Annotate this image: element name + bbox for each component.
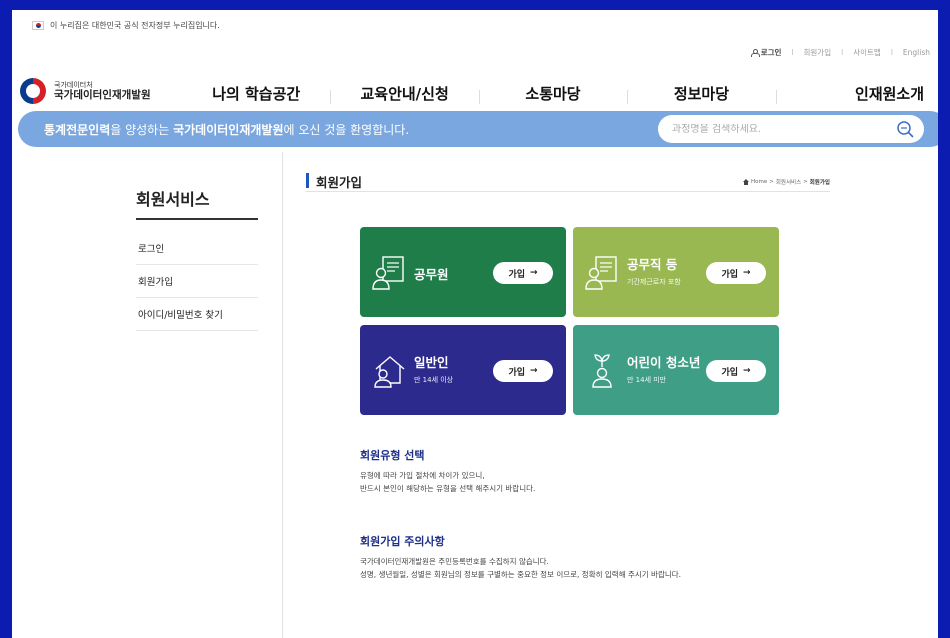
korea-flag-icon bbox=[32, 20, 44, 30]
join-public-worker-button[interactable]: 가입 → bbox=[706, 262, 766, 284]
document-person-icon bbox=[372, 256, 404, 290]
nav-education[interactable]: 교육안내/신청 bbox=[330, 83, 478, 104]
breadcrumb-home[interactable]: Home bbox=[751, 179, 767, 185]
card-general: 일반인 만 14세 이상 가입 → bbox=[360, 325, 566, 415]
join-notice-info: 회원가입 주의사항 국가데이터인재개발원은 주민등록번호를 수집하지 않습니다.… bbox=[360, 533, 920, 581]
nav-about[interactable]: 인재원소개 bbox=[775, 83, 932, 104]
breadcrumb-current: 회원가입 bbox=[809, 180, 830, 186]
util-separator: l bbox=[791, 48, 794, 57]
title-accent-bar bbox=[306, 173, 309, 188]
sprout-person-icon bbox=[592, 354, 612, 388]
person-icon bbox=[750, 49, 760, 57]
nav-my-learning[interactable]: 나의 학습공간 bbox=[182, 83, 330, 104]
card-title: 어린이 청소년 bbox=[627, 355, 701, 370]
sidebar: 회원서비스 로그인 회원가입 아이디/비밀번호 찾기 bbox=[136, 186, 258, 331]
card-title: 공무직 등 bbox=[627, 257, 678, 272]
sidebar-item-find-account[interactable]: 아이디/비밀번호 찾기 bbox=[136, 298, 258, 331]
card-public-servant: 공무원 가입 → bbox=[360, 227, 566, 317]
card-title: 공무원 bbox=[414, 267, 449, 282]
home-icon[interactable] bbox=[742, 179, 749, 185]
sidebar-item-login[interactable]: 로그인 bbox=[136, 232, 258, 265]
info-line: 성명, 생년월일, 성별은 회원님의 정보를 구별하는 중요한 정보 이므로, … bbox=[360, 570, 682, 580]
logo-large-text: 국가데이터인재개발원 bbox=[54, 88, 151, 101]
arrow-right-icon: → bbox=[530, 268, 538, 278]
logo-emblem-icon bbox=[20, 78, 46, 104]
breadcrumb-separator: > bbox=[769, 179, 774, 185]
course-search-input[interactable] bbox=[672, 123, 882, 135]
info-line: 반드시 본인이 해당하는 유형을 선택 해주시기 바랍니다. bbox=[360, 484, 536, 494]
util-separator: l bbox=[841, 48, 844, 57]
logo-text: 국가데이터처 국가데이터인재개발원 bbox=[54, 81, 151, 101]
arrow-right-icon: → bbox=[743, 366, 751, 376]
info-title: 회원가입 주의사항 bbox=[360, 535, 445, 548]
utility-links: 로그인 l 회원가입 l 사이트맵 l English bbox=[750, 47, 930, 58]
arrow-right-icon: → bbox=[530, 366, 538, 376]
join-public-servant-button[interactable]: 가입 → bbox=[493, 262, 553, 284]
card-public-worker: 공무직 등 기간제근로자 포함 가입 → bbox=[573, 227, 779, 317]
english-link[interactable]: English bbox=[903, 48, 930, 57]
document-person-icon bbox=[585, 256, 617, 290]
arrow-right-icon: → bbox=[743, 268, 751, 278]
logo-small-text: 국가데이터처 bbox=[54, 80, 93, 89]
join-general-button[interactable]: 가입 → bbox=[493, 360, 553, 382]
welcome-bar: 통계전문인력을 양성하는 국가데이터인재개발원에 오신 것을 환영합니다. bbox=[18, 111, 938, 147]
info-title: 회원유형 선택 bbox=[360, 449, 425, 462]
house-person-icon bbox=[374, 356, 405, 388]
sidebar-title: 회원서비스 bbox=[136, 186, 258, 220]
sidebar-item-join[interactable]: 회원가입 bbox=[136, 265, 258, 298]
main-nav: 나의 학습공간 교육안내/신청 소통마당 정보마당 인재원소개 bbox=[182, 78, 932, 108]
gov-banner-text: 이 누리집은 대한민국 공식 전자정부 누리집입니다. bbox=[50, 20, 220, 30]
page-title: 회원가입 bbox=[316, 175, 363, 190]
breadcrumb-separator: > bbox=[803, 179, 808, 185]
welcome-text: 통계전문인력을 양성하는 국가데이터인재개발원에 오신 것을 환영합니다. bbox=[44, 122, 410, 137]
content-divider bbox=[282, 152, 283, 638]
site-logo[interactable]: 국가데이터처 국가데이터인재개발원 bbox=[20, 78, 151, 104]
member-type-info: 회원유형 선택 유형에 따라 가입 절차에 차이가 있으니, 반드시 본인이 해… bbox=[360, 447, 920, 495]
join-youth-button[interactable]: 가입 → bbox=[706, 360, 766, 382]
join-link[interactable]: 회원가입 bbox=[804, 47, 832, 58]
login-link-label: 로그인 bbox=[760, 48, 782, 57]
card-subtitle: 만 14세 미만 bbox=[627, 376, 667, 384]
course-search bbox=[658, 115, 924, 143]
nav-community[interactable]: 소통마당 bbox=[478, 83, 627, 104]
browser-page: 이 누리집은 대한민국 공식 전자정부 누리집입니다. 로그인 l 회원가입 l… bbox=[12, 10, 938, 638]
card-subtitle: 기간제근로자 포함 bbox=[627, 278, 681, 286]
info-line: 유형에 따라 가입 절차에 차이가 있으니, bbox=[360, 471, 485, 480]
gov-banner: 이 누리집은 대한민국 공식 전자정부 누리집입니다. bbox=[12, 10, 938, 40]
breadcrumb: Home > 회원서비스 > 회원가입 bbox=[742, 178, 830, 186]
login-link[interactable]: 로그인 bbox=[750, 47, 782, 58]
breadcrumb-level1[interactable]: 회원서비스 bbox=[776, 178, 801, 186]
page-header: 회원가입 Home > 회원서비스 > 회원가입 bbox=[306, 170, 830, 192]
search-icon[interactable] bbox=[896, 120, 914, 138]
sitemap-link[interactable]: 사이트맵 bbox=[853, 47, 881, 58]
card-title: 일반인 bbox=[414, 355, 449, 370]
card-subtitle: 만 14세 이상 bbox=[414, 376, 454, 384]
nav-information[interactable]: 정보마당 bbox=[627, 83, 775, 104]
card-youth: 어린이 청소년 만 14세 미만 가입 → bbox=[573, 325, 779, 415]
util-separator: l bbox=[890, 48, 893, 57]
info-line: 국가데이터인재개발원은 주민등록번호를 수집하지 않습니다. bbox=[360, 557, 549, 566]
